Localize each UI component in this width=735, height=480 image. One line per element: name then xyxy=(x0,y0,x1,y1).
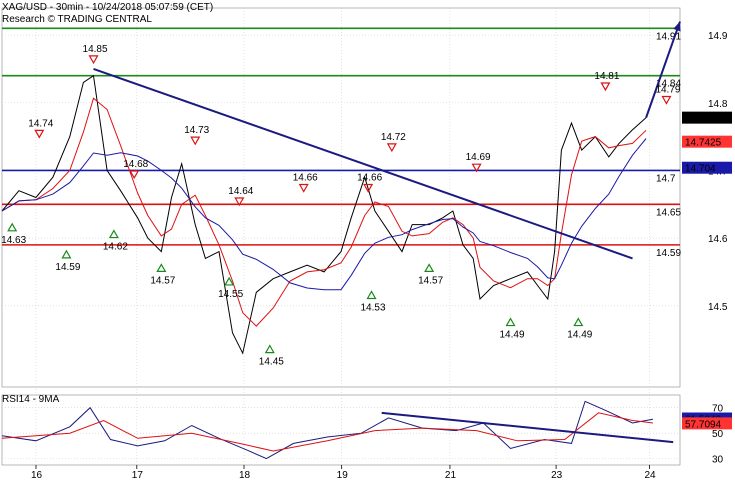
trough-marker-icon xyxy=(366,290,377,300)
peak-label: 14.79 xyxy=(655,85,680,96)
chart-credit: Research © TRADING CENTRAL xyxy=(2,14,152,25)
y-tick-label: 14.6 xyxy=(708,234,728,245)
trough-marker-icon xyxy=(505,317,516,327)
rsi-trendline xyxy=(381,411,674,444)
price-tag-label: 14.7425 xyxy=(685,138,722,149)
peak-label: 14.64 xyxy=(228,186,253,197)
peak-label: 14.66 xyxy=(357,173,382,184)
trendline-segment xyxy=(93,67,633,260)
chart-title: XAG/USD - 30min - 10/24/2018 05:07:59 (C… xyxy=(2,2,213,13)
trough-marker-icon xyxy=(156,263,167,273)
price-series xyxy=(1,74,647,355)
peak-marker-icon xyxy=(298,183,309,193)
rsi-frame xyxy=(1,394,681,466)
price-tag-label: 14.704 xyxy=(685,164,716,175)
y-tick-label: 14.8 xyxy=(708,99,728,110)
price-tag-label: 14.778 xyxy=(685,114,716,125)
price-chart[interactable]: 14.9114.8414.714.6514.59 14.8514.7414.68… xyxy=(0,0,735,480)
peak-label: 14.69 xyxy=(466,152,491,163)
peak-marker-icon xyxy=(386,143,397,153)
x-tick-label: 16 xyxy=(31,470,43,480)
x-tick-label: 17 xyxy=(132,470,144,480)
trough-label: 14.57 xyxy=(150,275,175,286)
trough-marker-icon xyxy=(573,317,584,327)
x-tick-label: 21 xyxy=(445,470,457,480)
trough-label: 14.63 xyxy=(1,235,26,246)
peak-label: 14.72 xyxy=(381,132,406,143)
y-tick-label: 14.9 xyxy=(708,31,728,42)
level-label: 14.7 xyxy=(656,173,676,184)
x-tick-label: 24 xyxy=(644,470,656,480)
arrow-head-icon xyxy=(673,21,681,32)
peak-marker-icon xyxy=(600,82,611,92)
trough-marker-icon xyxy=(264,344,275,354)
peak-marker-icon xyxy=(88,55,99,65)
x-tick-label: 18 xyxy=(239,470,251,480)
price-line xyxy=(1,74,647,355)
rsi-tag-label: 57.7094 xyxy=(685,419,722,430)
ma-fast-line xyxy=(1,97,647,327)
peak-label: 14.85 xyxy=(83,44,108,55)
x-tick-label: 19 xyxy=(337,470,349,480)
trough-label: 14.62 xyxy=(103,242,128,253)
rsi-label: RSI14 - 9MA xyxy=(2,394,60,405)
trough-label: 14.57 xyxy=(418,275,443,286)
level-label: 14.65 xyxy=(656,207,681,218)
rsi-panel: 30507061.524957.7094 xyxy=(1,400,732,466)
peak-label: 14.73 xyxy=(184,125,209,136)
trough-marker-icon xyxy=(61,249,72,259)
x-tick-label: 23 xyxy=(551,470,563,480)
trough-label: 14.45 xyxy=(259,357,284,368)
rsi-tick-label: 50 xyxy=(712,429,724,440)
trough-label: 14.53 xyxy=(361,302,386,313)
level-label: 14.91 xyxy=(656,31,681,42)
y-tick-label: 14.5 xyxy=(708,302,728,313)
peak-marker-icon xyxy=(661,95,672,105)
trough-label: 14.49 xyxy=(500,330,525,341)
trough-marker-icon xyxy=(424,263,435,273)
trough-marker-icon xyxy=(108,229,119,239)
peak-label: 14.66 xyxy=(293,173,318,184)
peak-marker-icon xyxy=(34,129,45,139)
trough-label: 14.49 xyxy=(567,330,592,341)
ma-slow-line xyxy=(1,138,647,291)
peak-label: 14.81 xyxy=(594,71,619,82)
trough-label: 14.55 xyxy=(218,289,243,300)
level-label: 14.59 xyxy=(656,248,681,259)
rsi-tick-label: 30 xyxy=(712,455,724,466)
rsi-ma-line xyxy=(1,412,653,452)
peak-label: 14.74 xyxy=(28,118,53,129)
peak-marker-icon xyxy=(190,136,201,146)
chart-grid xyxy=(1,7,681,466)
trough-marker-icon xyxy=(7,222,18,232)
peak-trough-markers: 14.85 14.74 14.68 14.73 14.64 14.66 14.66 14.72… xyxy=(1,44,681,368)
trough-label: 14.59 xyxy=(55,262,80,273)
peak-label: 14.68 xyxy=(123,159,148,170)
